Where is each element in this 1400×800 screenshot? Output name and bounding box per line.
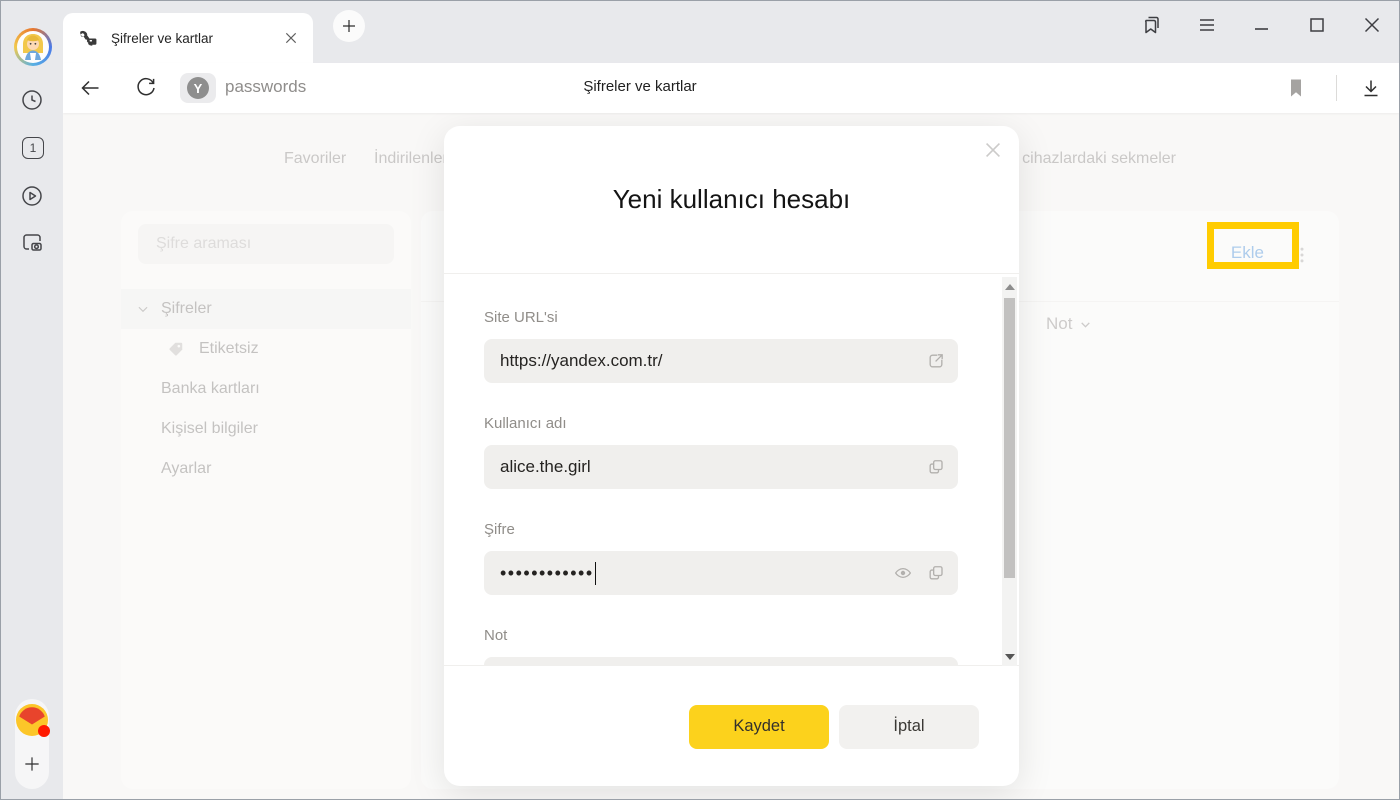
open-link-icon[interactable] — [926, 351, 946, 371]
plus-icon — [340, 17, 358, 35]
password-label: Şifre — [484, 520, 958, 540]
site-url-field[interactable]: https://yandex.com.tr/ — [484, 339, 958, 383]
browser-tab[interactable]: Şifreler ve kartlar — [63, 13, 313, 63]
note-label: Not — [484, 626, 958, 646]
passwords-tab-icon — [77, 27, 99, 49]
sidebar-apps-dock — [15, 699, 49, 789]
toolbar-divider — [1336, 75, 1337, 101]
scroll-down-arrow[interactable] — [1002, 649, 1017, 664]
cancel-button[interactable]: İptal — [839, 705, 979, 749]
bookmark-icon[interactable] — [1284, 76, 1308, 100]
notification-dot — [38, 725, 50, 737]
modal-scrollbar[interactable] — [1002, 277, 1017, 666]
history-icon[interactable] — [20, 88, 44, 112]
profile-avatar[interactable] — [14, 28, 52, 66]
back-icon[interactable] — [78, 76, 102, 100]
username-value: alice.the.girl — [500, 457, 591, 477]
site-badge[interactable]: Y — [180, 73, 216, 103]
show-password-icon[interactable] — [893, 563, 913, 583]
username-field[interactable]: alice.the.girl — [484, 445, 958, 489]
yandex-favicon: Y — [187, 77, 209, 99]
url-text[interactable]: passwords — [225, 77, 306, 97]
modal-footer: Kaydet İptal — [444, 667, 1019, 786]
browser-sidebar: 1 — [1, 1, 63, 799]
save-button[interactable]: Kaydet — [689, 705, 829, 749]
scroll-up-arrow[interactable] — [1002, 279, 1017, 294]
avatar-image — [17, 31, 49, 63]
modal-close-icon[interactable] — [982, 139, 1004, 161]
text-caret — [595, 562, 597, 585]
password-field[interactable]: •••••••••••• — [484, 551, 958, 595]
side-panels-icon[interactable] — [1140, 13, 1164, 37]
tab-title: Şifreler ve kartlar — [111, 31, 283, 46]
add-app-icon[interactable] — [22, 754, 42, 774]
site-url-value: https://yandex.com.tr/ — [500, 351, 663, 371]
password-group: Şifre •••••••••••• — [484, 520, 958, 595]
close-window-icon[interactable] — [1360, 13, 1384, 37]
yandex-mail-icon[interactable] — [16, 704, 48, 736]
copy-icon[interactable] — [926, 563, 946, 583]
modal-form: Site URL'si https://yandex.com.tr/ Kulla… — [444, 273, 1019, 666]
scrollbar-thumb[interactable] — [1004, 298, 1015, 578]
tab-count-button[interactable]: 1 — [22, 137, 44, 159]
site-url-group: Site URL'si https://yandex.com.tr/ — [484, 308, 958, 383]
tab-close-icon[interactable] — [283, 30, 299, 46]
screenshot-icon[interactable] — [20, 230, 44, 254]
tab-count-label: 1 — [30, 141, 37, 155]
maximize-icon[interactable] — [1305, 13, 1329, 37]
play-icon[interactable] — [20, 184, 44, 208]
titlebar: Şifreler ve kartlar — [63, 1, 1399, 63]
download-icon[interactable] — [1359, 76, 1383, 100]
copy-icon[interactable] — [926, 457, 946, 477]
page-title: Şifreler ve kartlar — [520, 78, 760, 95]
note-group: Not — [484, 626, 958, 666]
note-field[interactable] — [484, 657, 958, 666]
username-group: Kullanıcı adı alice.the.girl — [484, 414, 958, 489]
window-controls — [1140, 13, 1384, 37]
site-url-label: Site URL'si — [484, 308, 958, 328]
username-label: Kullanıcı adı — [484, 414, 958, 434]
modal-title: Yeni kullanıcı hesabı — [444, 184, 1019, 215]
password-value: •••••••••••• — [500, 563, 594, 584]
reload-icon[interactable] — [134, 76, 158, 100]
addressbar[interactable]: Y passwords Şifreler ve kartlar — [63, 63, 1399, 113]
minimize-icon[interactable] — [1250, 13, 1274, 37]
new-account-modal: Yeni kullanıcı hesabı Site URL'si https:… — [444, 126, 1019, 786]
ekle-highlight-box — [1207, 222, 1299, 269]
browser-window: Favoriler İndirilenler Diğer cihazlardak… — [0, 0, 1400, 800]
menu-icon[interactable] — [1195, 13, 1219, 37]
new-tab-button[interactable] — [333, 10, 365, 42]
